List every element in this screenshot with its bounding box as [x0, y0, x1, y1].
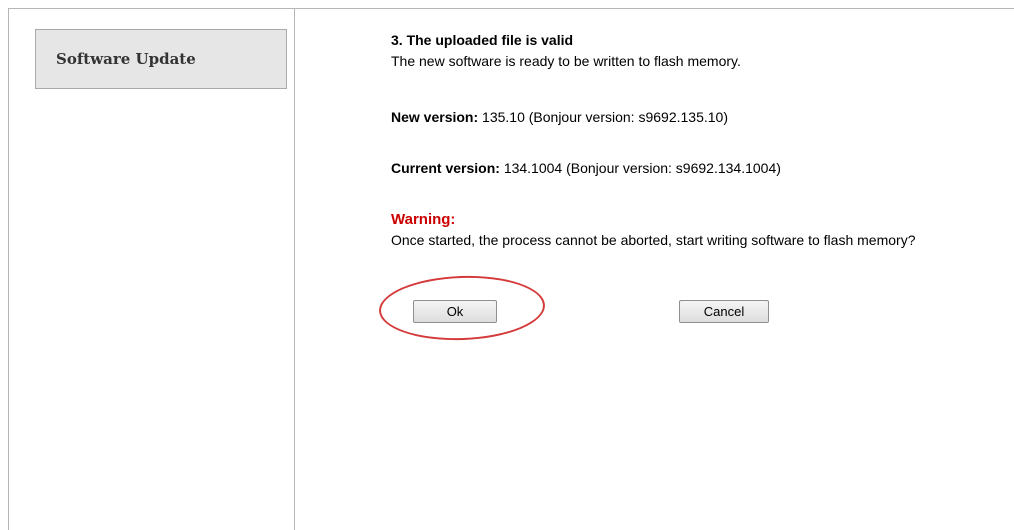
sidebar-item-label: Software Update [56, 50, 196, 68]
step-title: 3. The uploaded file is valid [391, 32, 574, 48]
new-version-label: New version: [391, 109, 479, 125]
new-version-value: 135.10 (Bonjour version: s9692.135.10) [482, 109, 728, 125]
warning-title: Warning: [391, 211, 456, 228]
current-version-label: Current version: [391, 160, 500, 176]
warning-text: Once started, the process cannot be abor… [391, 232, 916, 248]
sidebar: Software Update [9, 9, 295, 530]
current-version-line: Current version: 134.1004 (Bonjour versi… [391, 160, 781, 176]
page-frame: Software Update 3. The uploaded file is … [8, 8, 1014, 530]
step-description: The new software is ready to be written … [391, 53, 741, 69]
new-version-line: New version: 135.10 (Bonjour version: s9… [391, 109, 728, 125]
cancel-button[interactable]: Cancel [679, 300, 769, 323]
current-version-value: 134.1004 (Bonjour version: s9692.134.100… [503, 160, 781, 176]
sidebar-item-software-update[interactable]: Software Update [35, 29, 287, 89]
ok-button[interactable]: Ok [413, 300, 497, 323]
